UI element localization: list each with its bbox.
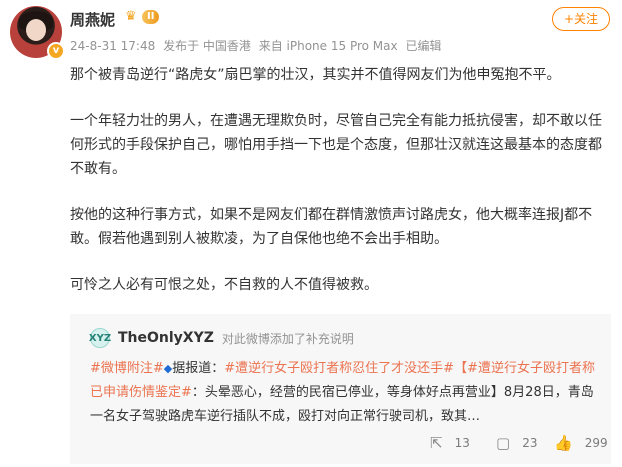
post-device: 来自 iPhone 15 Pro Max [258,39,398,53]
post-date[interactable]: 24-8-31 17:48 [70,39,155,53]
follow-button[interactable]: +关注 [552,7,610,31]
post-meta: 24-8-31 17:48 发布于 中国香港 来自 iPhone 15 Pro … [70,37,445,54]
post-location: 发布于 中国香港 [163,39,251,53]
comment-icon: ▢ [496,434,511,452]
hashtag-weibo-note[interactable]: #微博附注# [90,361,164,376]
like-button[interactable]: 👍 299 [554,434,608,452]
note-body: #微博附注#◆据报道：#遭逆行女子殴打者称忍住了才没还手#【#遭逆行女子殴打者称… [90,357,602,429]
action-bar: ⇱ 13 ▢ 23 👍 299 [70,434,611,458]
post-paragraph-2: 一个年轻力壮的男人，在遭遇无理欺负时，尽管自己完全有能力抵抗侵害，却不敢以任何形… [70,113,602,177]
comment-count: 23 [522,436,538,450]
note-author-avatar[interactable]: XYZ [89,328,111,348]
like-count: 299 [584,436,608,450]
note-header: XYZ TheOnlyXYZ 对此微博添加了补充说明 [89,328,354,348]
avatar-face [26,19,46,41]
post-paragraph-3: 按他的这种行事方式，如果不是网友们都在群情激愤声讨路虎女，他大概率连报J都不敢。… [70,207,593,247]
post-paragraph-1: 那个被青岛逆行“路虎女”扇巴掌的壮汉，其实并不值得网友们为他申冤抱不平。 [70,67,561,83]
post-content: 那个被青岛逆行“路虎女”扇巴掌的壮汉，其实并不值得网友们为他申冤抱不平。 一个年… [70,63,612,319]
note-author-name[interactable]: TheOnlyXYZ [118,330,214,346]
edited-label[interactable]: 已编辑 [405,39,441,53]
username[interactable]: 周燕妮 [70,9,115,30]
hashtag-victim-restrained[interactable]: #遭逆行女子殴打者称忍住了才没还手# [224,361,454,376]
share-icon: ⇱ [430,434,443,452]
report-source-icon: ◆ [163,362,173,375]
share-count: 13 [454,436,470,450]
member-level-badge[interactable]: ♛ II [125,9,160,25]
share-button[interactable]: ⇱ 13 [430,434,470,452]
note-description: 对此微博添加了补充说明 [221,331,354,346]
crown-icon: ♛ [125,9,137,24]
thumbs-up-icon: 👍 [554,434,573,452]
post-paragraph-4: 可怜之人必有可恨之处，不自救的人不值得被救。 [70,277,378,293]
weibo-post: v 周燕妮 ♛ II +关注 24-8-31 17:48 发布于 中国香港 来自… [0,0,622,467]
level-label: II [142,10,160,24]
comment-button[interactable]: ▢ 23 [496,434,537,452]
report-label: 据报道： [172,361,225,376]
supplement-note-card[interactable]: XYZ TheOnlyXYZ 对此微博添加了补充说明 #微博附注#◆据报道：#遭… [70,314,611,464]
verified-icon: v [47,42,65,60]
